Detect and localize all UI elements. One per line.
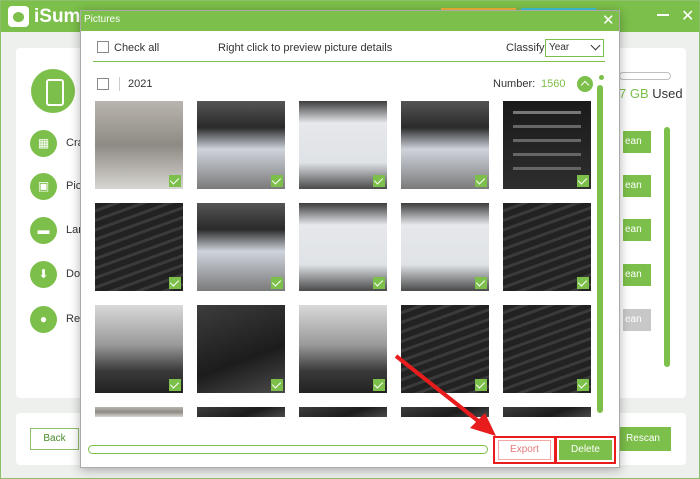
arrow-shaft (394, 354, 484, 426)
annotation-arrow (394, 354, 496, 436)
